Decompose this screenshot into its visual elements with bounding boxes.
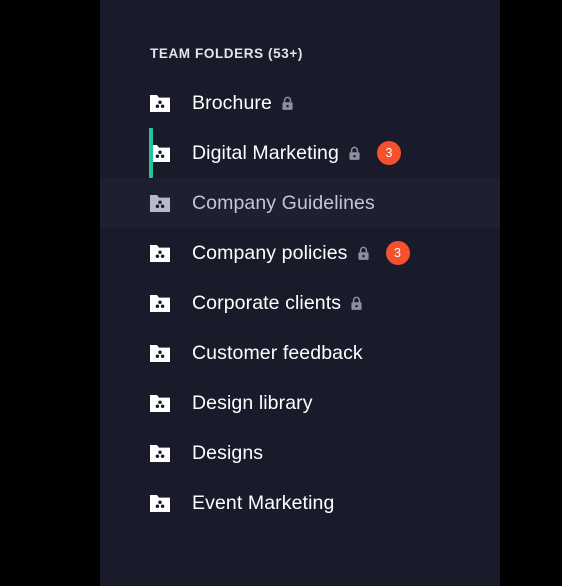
- folder-row[interactable]: Corporate clients: [100, 278, 500, 328]
- folder-label: Corporate clients: [192, 291, 342, 314]
- folder-row[interactable]: Company policies 3: [100, 228, 500, 278]
- folder-row[interactable]: Company Guidelines: [100, 178, 500, 228]
- folder-row[interactable]: Brochure: [100, 78, 500, 128]
- folder-icon: [150, 294, 170, 312]
- folder-icon: [150, 444, 170, 462]
- folder-icon: [150, 494, 170, 512]
- app-root: TEAM FOLDERS (53+) Brochure Digital Marke…: [0, 0, 562, 586]
- lock-icon: [349, 146, 360, 160]
- folder-label: Company Guidelines: [192, 191, 375, 214]
- notification-badge: 3: [385, 241, 410, 265]
- folder-row[interactable]: Design library: [100, 378, 500, 428]
- folder-icon: [150, 244, 170, 262]
- lock-icon: [282, 96, 293, 110]
- folder-row[interactable]: Customer feedback: [100, 328, 500, 378]
- folder-label: Designs: [192, 441, 264, 464]
- folder-label: Digital Marketing: [192, 141, 339, 164]
- folder-label: Event Marketing: [192, 491, 335, 514]
- folder-row[interactable]: Digital Marketing 3: [100, 128, 500, 178]
- folder-icon: [150, 344, 170, 362]
- folder-icon: [150, 94, 170, 112]
- active-indicator-bar: [149, 128, 153, 178]
- notification-badge: 3: [376, 141, 401, 165]
- folder-icon: [150, 394, 170, 412]
- lock-icon: [357, 246, 369, 260]
- folder-row[interactable]: Event Marketing: [100, 478, 500, 528]
- team-folders-sidebar: TEAM FOLDERS (53+) Brochure Digital Marke…: [100, 0, 500, 586]
- section-header-team-folders: TEAM FOLDERS (53+): [150, 46, 303, 61]
- lock-icon: [351, 296, 362, 310]
- folder-icon: [150, 144, 170, 162]
- folder-row[interactable]: Designs: [100, 428, 500, 478]
- folder-label: Company policies: [192, 241, 348, 264]
- folder-label: Brochure: [192, 91, 272, 114]
- folder-label: Design library: [192, 391, 313, 414]
- team-folders-list: Brochure Digital Marketing 3 Company Guidel…: [100, 78, 500, 528]
- folder-icon: [150, 194, 170, 212]
- folder-label: Customer feedback: [192, 341, 363, 364]
